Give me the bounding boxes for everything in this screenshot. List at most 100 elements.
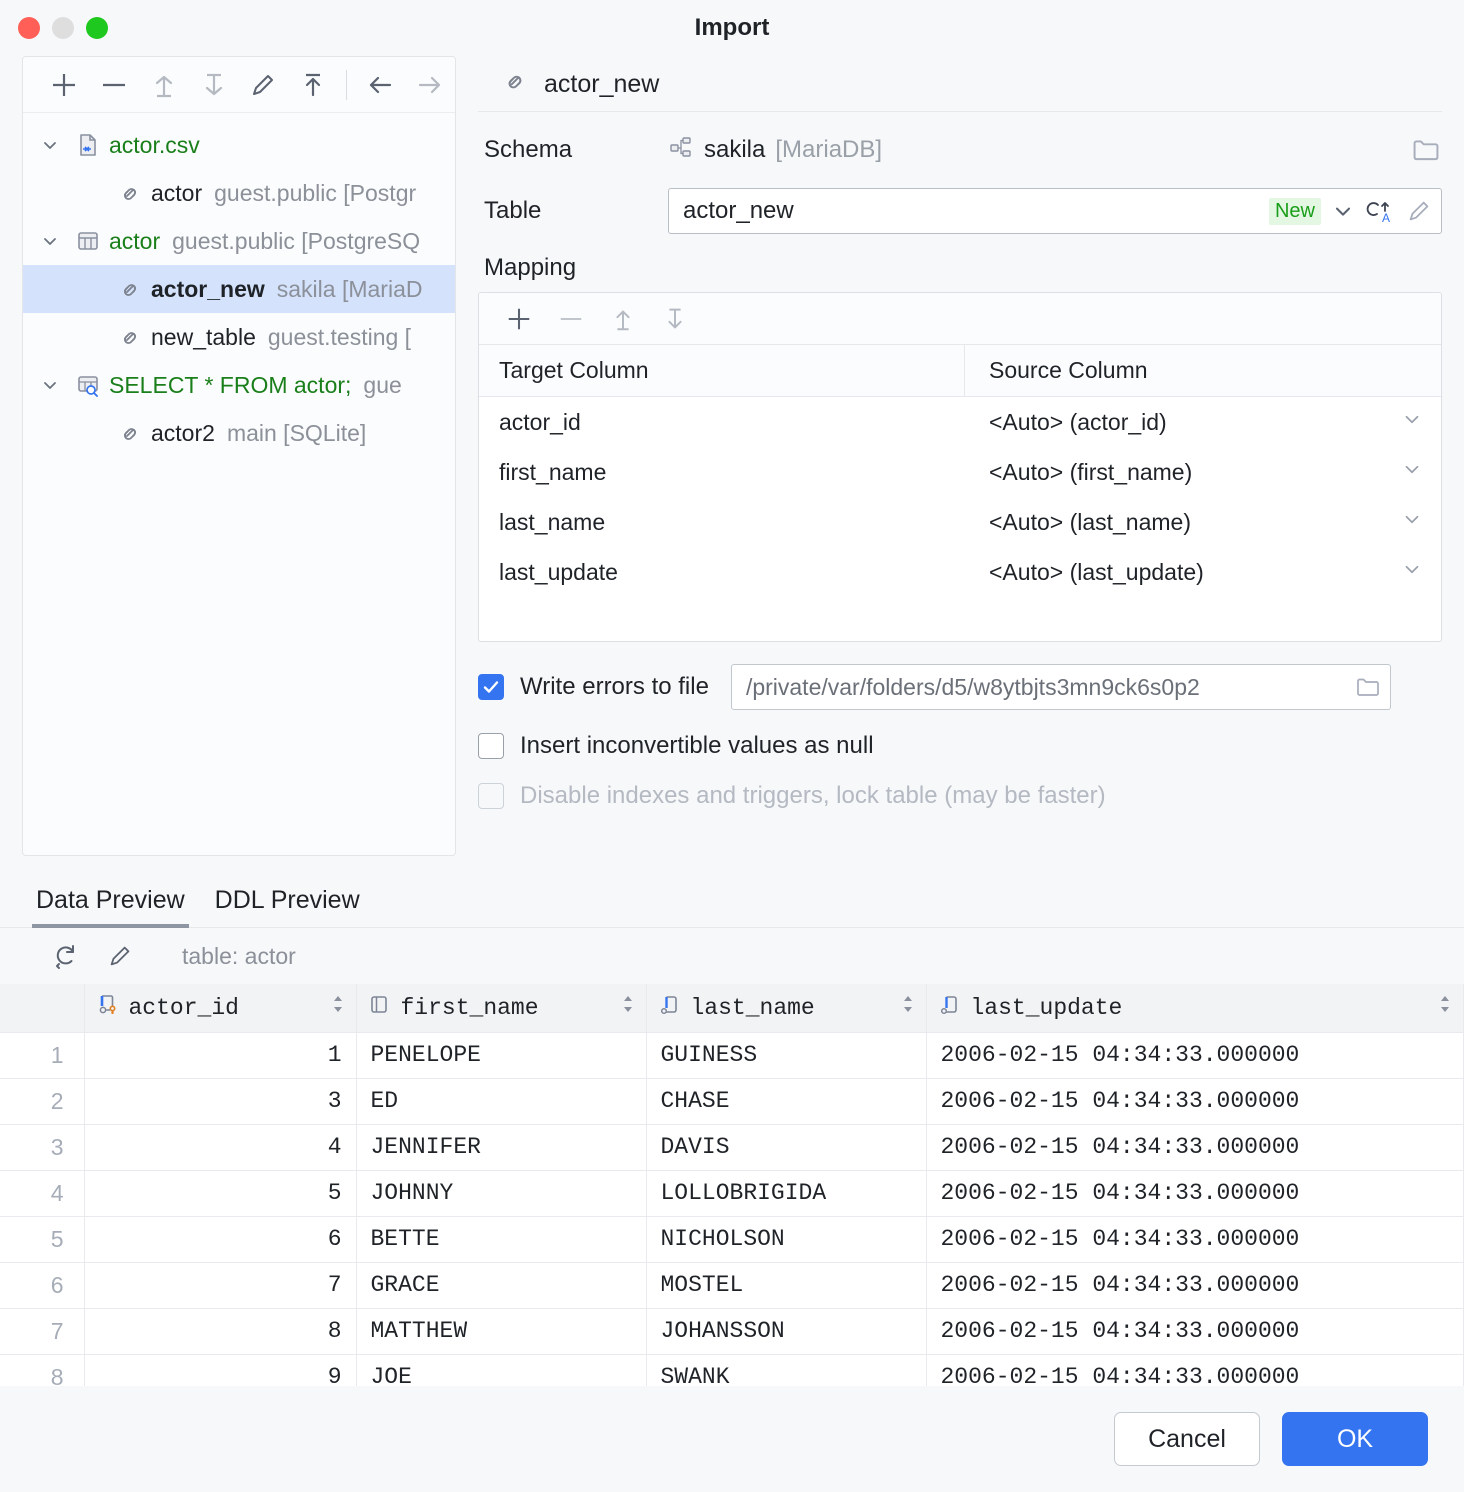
cell-actor-id[interactable]: 7 xyxy=(84,1262,356,1308)
minimize-button[interactable] xyxy=(52,17,74,39)
table-name-input[interactable] xyxy=(683,197,1259,225)
insert-null-checkbox[interactable] xyxy=(478,733,504,759)
cell-last-update[interactable]: 2006-02-15 04:34:33.000000 xyxy=(926,1170,1464,1216)
cell-last-update[interactable]: 2006-02-15 04:34:33.000000 xyxy=(926,1216,1464,1262)
error-file-path-input[interactable] xyxy=(746,674,1346,701)
sort-icon[interactable] xyxy=(1437,993,1453,1022)
cell-last-update[interactable]: 2006-02-15 04:34:33.000000 xyxy=(926,1354,1464,1386)
cell-actor-id[interactable]: 5 xyxy=(84,1170,356,1216)
cell-last-name[interactable]: CHASE xyxy=(646,1078,926,1124)
cell-last-update[interactable]: 2006-02-15 04:34:33.000000 xyxy=(926,1078,1464,1124)
cell-actor-id[interactable]: 8 xyxy=(84,1308,356,1354)
cell-actor-id[interactable]: 9 xyxy=(84,1354,356,1386)
back-button[interactable] xyxy=(355,63,405,107)
refresh-icon[interactable] xyxy=(42,934,90,978)
edit-preview-icon[interactable] xyxy=(96,934,144,978)
sort-icon[interactable] xyxy=(900,993,916,1022)
tree-node-actor2[interactable]: actor2 main [SQLite] xyxy=(23,409,455,457)
cell-last-update[interactable]: 2006-02-15 04:34:33.000000 xyxy=(926,1308,1464,1354)
cell-actor-id[interactable]: 4 xyxy=(84,1124,356,1170)
schema-value-group[interactable]: sakila [MariaDB] xyxy=(668,134,882,167)
sort-icon[interactable] xyxy=(330,993,346,1022)
chevron-down-icon[interactable] xyxy=(1401,458,1441,486)
close-button[interactable] xyxy=(18,17,40,39)
mapping-row[interactable]: first_name <Auto> (first_name) xyxy=(479,447,1441,497)
tree-node-actor-new[interactable]: actor_new sakila [MariaD xyxy=(23,265,455,313)
mapping-row[interactable]: last_update <Auto> (last_update) xyxy=(479,547,1441,597)
table-row[interactable]: 4 5 JOHNNY LOLLOBRIGIDA 2006-02-15 04:34… xyxy=(0,1170,1464,1216)
mapping-row[interactable]: last_name <Auto> (last_name) xyxy=(479,497,1441,547)
write-errors-checkbox[interactable] xyxy=(478,674,504,700)
remove-mapping-button[interactable] xyxy=(545,298,597,340)
column-header-actor-id[interactable]: actor_id xyxy=(84,984,356,1032)
cell-actor-id[interactable]: 1 xyxy=(84,1032,356,1078)
export-button[interactable] xyxy=(288,63,338,107)
zoom-button[interactable] xyxy=(86,17,108,39)
cell-first-name[interactable]: BETTE xyxy=(356,1216,646,1262)
tree-node-query[interactable]: SELECT * FROM actor; gue xyxy=(23,361,455,409)
data-preview-grid-wrapper[interactable]: actor_id xyxy=(0,984,1464,1386)
cell-last-name[interactable]: MOSTEL xyxy=(646,1262,926,1308)
ok-button[interactable]: OK xyxy=(1282,1412,1428,1466)
move-down-button[interactable] xyxy=(189,63,239,107)
cell-first-name[interactable]: JOHNNY xyxy=(356,1170,646,1216)
case-convert-icon[interactable]: A xyxy=(1365,196,1395,226)
table-row[interactable]: 3 4 JENNIFER DAVIS 2006-02-15 04:34:33.0… xyxy=(0,1124,1464,1170)
mapping-move-up-button[interactable] xyxy=(597,298,649,340)
tree-node-new-table[interactable]: new_table guest.testing [ xyxy=(23,313,455,361)
cell-last-name[interactable]: GUINESS xyxy=(646,1032,926,1078)
chevron-down-icon[interactable] xyxy=(1401,558,1441,586)
chevron-down-icon[interactable] xyxy=(33,135,67,155)
tree-node-actor-link[interactable]: actor guest.public [Postgr xyxy=(23,169,455,217)
add-mapping-button[interactable] xyxy=(493,298,545,340)
table-row[interactable]: 8 9 JOE SWANK 2006-02-15 04:34:33.000000 xyxy=(0,1354,1464,1386)
column-header-last-update[interactable]: last_update xyxy=(926,984,1464,1032)
tab-ddl-preview[interactable]: DDL Preview xyxy=(215,886,360,927)
mapping-row[interactable]: actor_id <Auto> (actor_id) xyxy=(479,397,1441,447)
chevron-down-icon[interactable] xyxy=(33,231,67,251)
table-name-field[interactable]: New A xyxy=(668,188,1442,234)
table-row[interactable]: 5 6 BETTE NICHOLSON 2006-02-15 04:34:33.… xyxy=(0,1216,1464,1262)
cell-first-name[interactable]: GRACE xyxy=(356,1262,646,1308)
table-row[interactable]: 6 7 GRACE MOSTEL 2006-02-15 04:34:33.000… xyxy=(0,1262,1464,1308)
table-row[interactable]: 7 8 MATTHEW JOHANSSON 2006-02-15 04:34:3… xyxy=(0,1308,1464,1354)
cell-last-name[interactable]: DAVIS xyxy=(646,1124,926,1170)
edit-table-icon[interactable] xyxy=(1405,197,1433,225)
chevron-down-icon[interactable] xyxy=(33,375,67,395)
table-row[interactable]: 2 3 ED CHASE 2006-02-15 04:34:33.000000 xyxy=(0,1078,1464,1124)
tab-data-preview[interactable]: Data Preview xyxy=(36,886,185,927)
sort-icon[interactable] xyxy=(620,993,636,1022)
tree-node-actor-csv[interactable]: actor.csv xyxy=(23,121,455,169)
chevron-down-icon[interactable] xyxy=(1331,199,1355,223)
cell-last-name[interactable]: SWANK xyxy=(646,1354,926,1386)
cell-first-name[interactable]: MATTHEW xyxy=(356,1308,646,1354)
browse-folder-icon[interactable] xyxy=(1354,673,1382,701)
cell-first-name[interactable]: JENNIFER xyxy=(356,1124,646,1170)
cell-last-name[interactable]: JOHANSSON xyxy=(646,1308,926,1354)
move-up-button[interactable] xyxy=(139,63,189,107)
column-header-last-name[interactable]: last_name xyxy=(646,984,926,1032)
error-file-path-field[interactable] xyxy=(731,664,1391,710)
cell-last-update[interactable]: 2006-02-15 04:34:33.000000 xyxy=(926,1262,1464,1308)
chevron-down-icon[interactable] xyxy=(1401,508,1441,536)
mapping-move-down-button[interactable] xyxy=(649,298,701,340)
cell-last-update[interactable]: 2006-02-15 04:34:33.000000 xyxy=(926,1032,1464,1078)
cell-actor-id[interactable]: 3 xyxy=(84,1078,356,1124)
cell-last-name[interactable]: LOLLOBRIGIDA xyxy=(646,1170,926,1216)
cell-last-update[interactable]: 2006-02-15 04:34:33.000000 xyxy=(926,1124,1464,1170)
chevron-down-icon[interactable] xyxy=(1401,408,1441,436)
forward-button[interactable] xyxy=(405,63,455,107)
edit-source-button[interactable] xyxy=(239,63,289,107)
cell-last-name[interactable]: NICHOLSON xyxy=(646,1216,926,1262)
cell-actor-id[interactable]: 6 xyxy=(84,1216,356,1262)
column-header-first-name[interactable]: first_name xyxy=(356,984,646,1032)
cell-first-name[interactable]: ED xyxy=(356,1078,646,1124)
cell-first-name[interactable]: PENELOPE xyxy=(356,1032,646,1078)
cancel-button[interactable]: Cancel xyxy=(1114,1412,1260,1466)
cell-first-name[interactable]: JOE xyxy=(356,1354,646,1386)
remove-source-button[interactable] xyxy=(89,63,139,107)
table-row[interactable]: 1 1 PENELOPE GUINESS 2006-02-15 04:34:33… xyxy=(0,1032,1464,1078)
browse-schema-icon[interactable] xyxy=(1410,134,1442,166)
tree-node-actor-table[interactable]: actor guest.public [PostgreSQ xyxy=(23,217,455,265)
add-source-button[interactable] xyxy=(39,63,89,107)
